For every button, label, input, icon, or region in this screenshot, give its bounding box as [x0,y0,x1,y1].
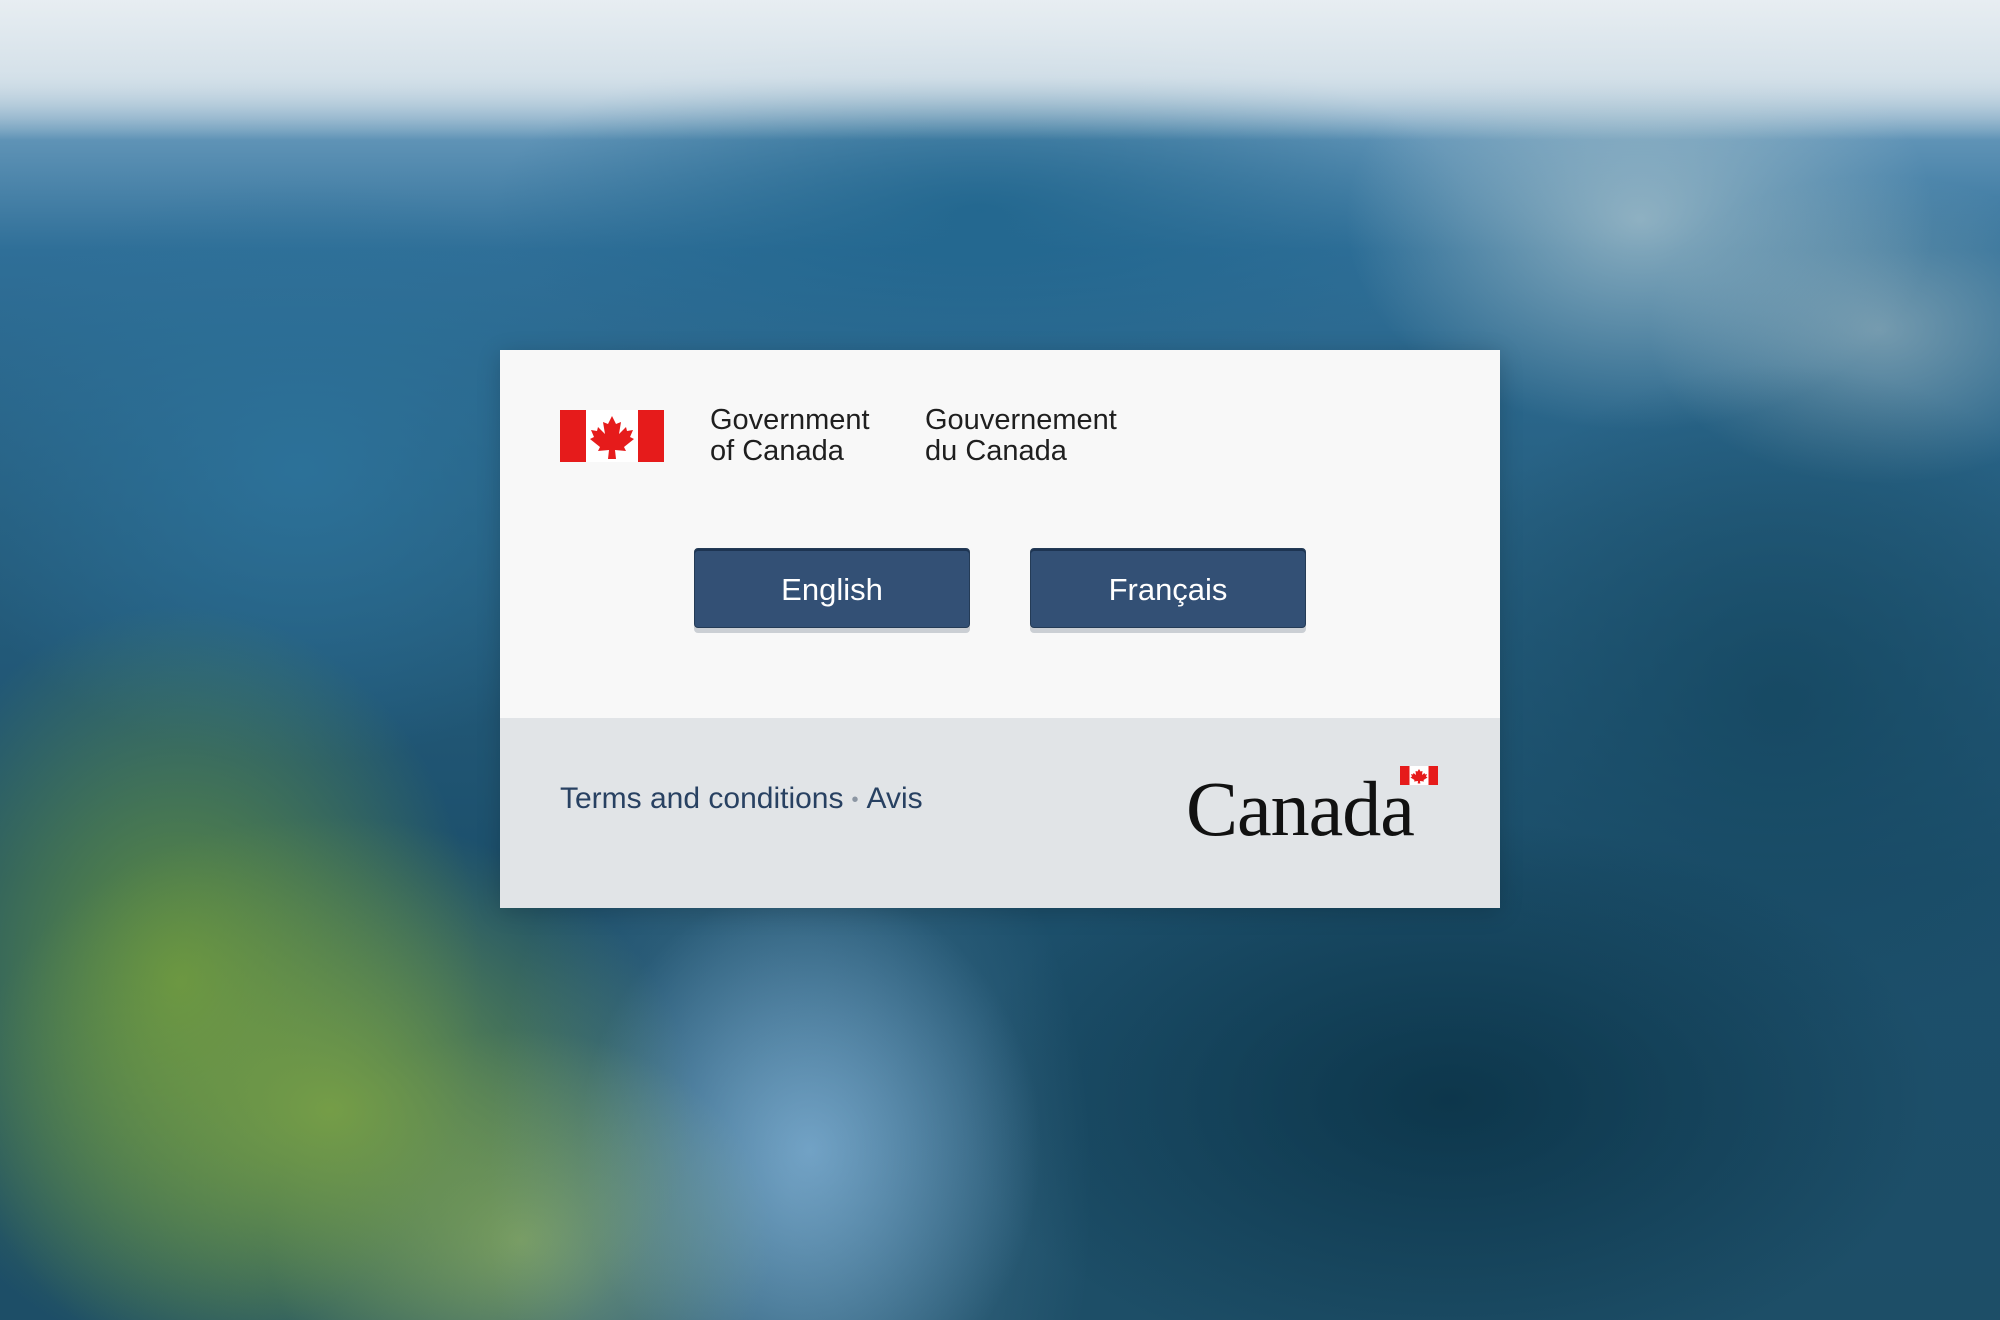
signature-english-line-1: Government [710,404,870,436]
canada-wordmark: Canada [1186,765,1446,852]
footer-separator: • [851,789,859,812]
footer-links: Terms and conditions • Avis [560,778,923,821]
government-signature-french: Gouvernement du Canada [925,405,1117,467]
terms-and-conditions-link[interactable]: Terms and conditions [560,782,843,815]
french-button[interactable]: Français [1030,548,1306,628]
government-signature-english: Government of Canada [710,405,870,467]
signature-english-line-2: of Canada [710,435,844,467]
signature-french-line-1: Gouvernement [925,404,1117,436]
canada-wordmark-text: Canada [1186,765,1415,852]
english-button[interactable]: English [694,548,970,628]
canada-flag-icon [560,410,664,462]
language-splash-card: Government of Canada Gouvernement du Can… [500,350,1500,908]
signature-french-line-2: du Canada [925,435,1067,467]
card-header-section: Government of Canada Gouvernement du Can… [500,350,1500,718]
wordmark-flag-icon [1400,766,1438,785]
avis-link[interactable]: Avis [867,782,923,815]
